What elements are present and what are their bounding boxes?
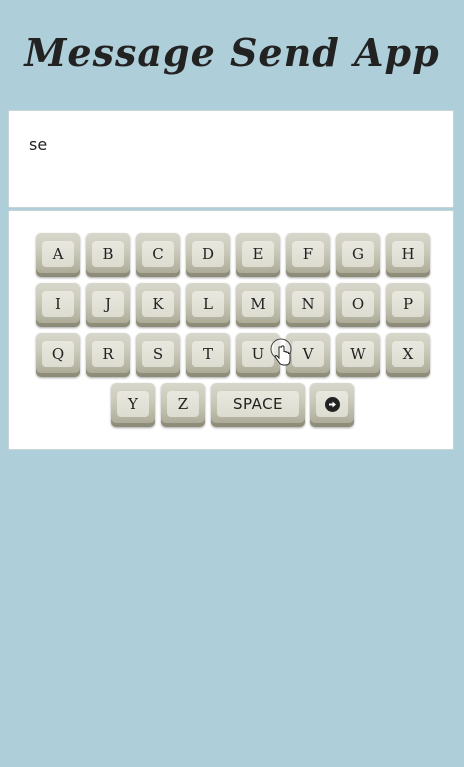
key-label: H (392, 241, 424, 267)
key-i[interactable]: I (36, 283, 80, 327)
key-e[interactable]: E (236, 233, 280, 277)
key-z[interactable]: Z (161, 383, 205, 427)
key-l[interactable]: L (186, 283, 230, 327)
message-text: se (29, 135, 48, 154)
key-x[interactable]: X (386, 333, 430, 377)
key-label: J (92, 291, 124, 317)
key-label: F (292, 241, 324, 267)
key-g[interactable]: G (336, 233, 380, 277)
key-label: T (192, 341, 224, 367)
key-m[interactable]: M (236, 283, 280, 327)
message-display: se (8, 110, 454, 208)
space-key[interactable]: SPACE (211, 383, 305, 427)
key-label: O (342, 291, 374, 317)
keyboard: A B C D E F G H I J K L M N O P Q R S T … (8, 210, 454, 450)
hand-pointer-icon (270, 338, 294, 368)
key-y[interactable]: Y (111, 383, 155, 427)
key-s[interactable]: S (136, 333, 180, 377)
key-label: Z (167, 391, 199, 417)
page-title: Message Send App (24, 30, 440, 75)
key-label: M (242, 291, 274, 317)
key-label: I (42, 291, 74, 317)
key-h[interactable]: H (386, 233, 430, 277)
send-button[interactable] (310, 383, 354, 427)
key-j[interactable]: J (86, 283, 130, 327)
key-b[interactable]: B (86, 233, 130, 277)
send-button-face (316, 391, 348, 417)
key-label: G (342, 241, 374, 267)
arrow-right-circle-icon (324, 396, 340, 412)
key-t[interactable]: T (186, 333, 230, 377)
key-label: L (192, 291, 224, 317)
key-label: S (142, 341, 174, 367)
key-q[interactable]: Q (36, 333, 80, 377)
key-n[interactable]: N (286, 283, 330, 327)
space-key-label: SPACE (217, 391, 299, 417)
key-c[interactable]: C (136, 233, 180, 277)
key-label: D (192, 241, 224, 267)
key-label: Y (117, 391, 149, 417)
key-label: X (392, 341, 424, 367)
key-o[interactable]: O (336, 283, 380, 327)
key-label: E (242, 241, 274, 267)
key-label: Q (42, 341, 74, 367)
key-a[interactable]: A (36, 233, 80, 277)
key-label: A (42, 241, 74, 267)
key-w[interactable]: W (336, 333, 380, 377)
key-label: V (292, 341, 324, 367)
key-r[interactable]: R (86, 333, 130, 377)
key-label: W (342, 341, 374, 367)
key-label: K (142, 291, 174, 317)
key-label: B (92, 241, 124, 267)
key-label: C (142, 241, 174, 267)
key-p[interactable]: P (386, 283, 430, 327)
key-d[interactable]: D (186, 233, 230, 277)
key-label: N (292, 291, 324, 317)
key-f[interactable]: F (286, 233, 330, 277)
key-k[interactable]: K (136, 283, 180, 327)
key-label: R (92, 341, 124, 367)
key-label: P (392, 291, 424, 317)
